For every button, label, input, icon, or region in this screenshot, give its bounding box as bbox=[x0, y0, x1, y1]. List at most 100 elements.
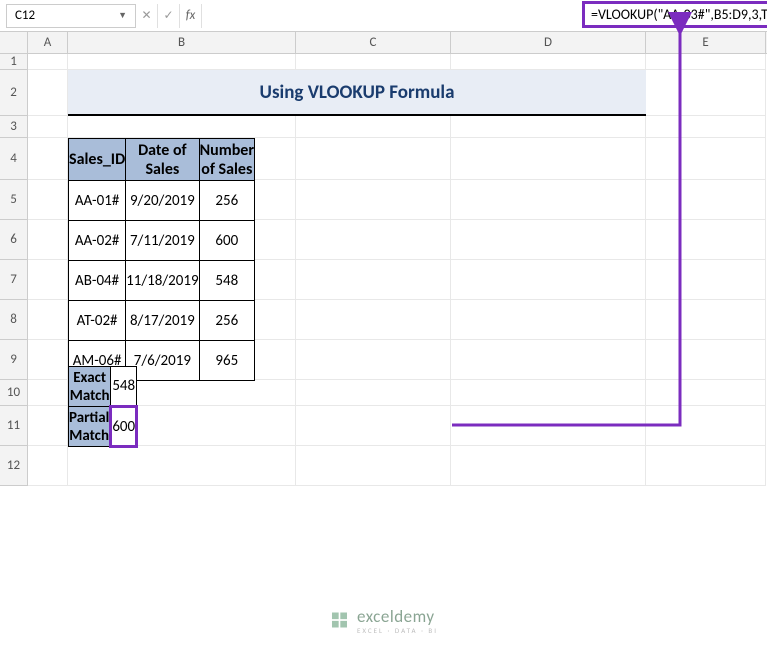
cell[interactable] bbox=[646, 406, 766, 446]
th-sales-id[interactable]: Sales_ID bbox=[69, 139, 126, 181]
cell[interactable] bbox=[296, 300, 451, 340]
cell[interactable] bbox=[28, 380, 68, 406]
cell[interactable] bbox=[451, 380, 646, 406]
cell[interactable] bbox=[296, 220, 451, 260]
cell[interactable] bbox=[451, 54, 646, 70]
cell-id[interactable]: AT-02# bbox=[69, 301, 126, 341]
cell[interactable] bbox=[28, 340, 68, 380]
cell[interactable] bbox=[68, 54, 296, 70]
cell[interactable] bbox=[646, 180, 766, 220]
cell[interactable] bbox=[296, 340, 451, 380]
table-row: AA-02#7/11/2019600 bbox=[69, 221, 255, 261]
cancel-button[interactable]: ✕ bbox=[136, 4, 158, 28]
enter-button[interactable]: ✓ bbox=[158, 4, 180, 28]
cell[interactable] bbox=[28, 220, 68, 260]
cell[interactable] bbox=[28, 116, 68, 138]
exact-match-row: Exact Match 548 bbox=[69, 367, 137, 407]
cell[interactable] bbox=[451, 220, 646, 260]
col-header-d[interactable]: D bbox=[451, 32, 646, 53]
row-header-10[interactable]: 10 bbox=[0, 380, 28, 406]
watermark: exceldemy EXCEL · DATA · BI bbox=[329, 606, 438, 634]
fx-button[interactable]: fx bbox=[180, 4, 202, 28]
cell[interactable] bbox=[28, 446, 68, 486]
cell-date[interactable]: 9/20/2019 bbox=[126, 181, 199, 221]
cell[interactable] bbox=[296, 380, 451, 406]
cell[interactable] bbox=[451, 406, 646, 446]
cell[interactable] bbox=[646, 220, 766, 260]
cell-num[interactable]: 256 bbox=[199, 181, 254, 221]
cell[interactable] bbox=[296, 406, 451, 446]
cell-num[interactable]: 600 bbox=[199, 221, 254, 261]
cell[interactable] bbox=[451, 340, 646, 380]
cell[interactable] bbox=[646, 138, 766, 180]
col-header-b[interactable]: B bbox=[68, 32, 296, 53]
row-header-9[interactable]: 9 bbox=[0, 340, 28, 380]
cell[interactable] bbox=[296, 446, 451, 486]
partial-match-label[interactable]: Partial Match bbox=[69, 407, 111, 447]
th-date[interactable]: Date of Sales bbox=[126, 139, 199, 181]
cell-num[interactable]: 256 bbox=[199, 301, 254, 341]
cell[interactable] bbox=[451, 446, 646, 486]
formula-input[interactable]: =VLOOKUP("AA-03#",B5:D9,3,TRUE) bbox=[202, 0, 767, 31]
cell[interactable] bbox=[451, 300, 646, 340]
cell[interactable] bbox=[296, 260, 451, 300]
cell[interactable] bbox=[646, 116, 766, 138]
cell-date[interactable]: 8/17/2019 bbox=[126, 301, 199, 341]
cell[interactable] bbox=[28, 260, 68, 300]
cell[interactable] bbox=[296, 116, 451, 138]
row-header-7[interactable]: 7 bbox=[0, 260, 28, 300]
cell[interactable] bbox=[296, 54, 451, 70]
cell[interactable] bbox=[451, 138, 646, 180]
watermark-tag: EXCEL · DATA · BI bbox=[357, 627, 438, 634]
exact-match-label[interactable]: Exact Match bbox=[69, 367, 111, 407]
cell[interactable] bbox=[646, 340, 766, 380]
cell[interactable] bbox=[28, 300, 68, 340]
cell-id[interactable]: AB-04# bbox=[69, 261, 126, 301]
cell-num[interactable]: 965 bbox=[199, 341, 254, 381]
cell-date[interactable]: 11/18/2019 bbox=[126, 261, 199, 301]
col-header-a[interactable]: A bbox=[28, 32, 68, 53]
th-number[interactable]: Number of Sales bbox=[199, 139, 254, 181]
cell[interactable] bbox=[451, 180, 646, 220]
cell[interactable] bbox=[646, 260, 766, 300]
cell[interactable] bbox=[28, 406, 68, 446]
row-header-3[interactable]: 3 bbox=[0, 116, 28, 138]
row-header-8[interactable]: 8 bbox=[0, 300, 28, 340]
cell[interactable] bbox=[451, 116, 646, 138]
cell[interactable] bbox=[68, 446, 296, 486]
cell[interactable] bbox=[646, 54, 766, 70]
table-row: AA-01#9/20/2019256 bbox=[69, 181, 255, 221]
partial-match-value[interactable]: 600 bbox=[111, 407, 137, 447]
cell[interactable] bbox=[451, 260, 646, 300]
exact-match-value[interactable]: 548 bbox=[111, 367, 137, 407]
data-table: Sales_ID Date of Sales Number of Sales A… bbox=[68, 138, 255, 381]
row-header-11[interactable]: 11 bbox=[0, 406, 28, 446]
cell[interactable] bbox=[646, 380, 766, 406]
name-box-dropdown-icon[interactable]: ▼ bbox=[118, 10, 127, 21]
cell[interactable] bbox=[28, 138, 68, 180]
cell[interactable] bbox=[28, 54, 68, 70]
select-all-corner[interactable] bbox=[0, 32, 28, 53]
cell[interactable] bbox=[28, 180, 68, 220]
col-header-e[interactable]: E bbox=[646, 32, 766, 53]
col-header-c[interactable]: C bbox=[296, 32, 451, 53]
row-header-12[interactable]: 12 bbox=[0, 446, 28, 486]
row-header-1[interactable]: 1 bbox=[0, 54, 28, 70]
row-header-5[interactable]: 5 bbox=[0, 180, 28, 220]
cell[interactable] bbox=[646, 70, 766, 116]
name-box[interactable]: C12 ▼ bbox=[6, 4, 136, 28]
match-table: Exact Match 548 Partial Match 600 bbox=[68, 366, 138, 448]
cell-id[interactable]: AA-01# bbox=[69, 181, 126, 221]
cell[interactable] bbox=[68, 116, 296, 138]
cell-date[interactable]: 7/11/2019 bbox=[126, 221, 199, 261]
cell[interactable] bbox=[296, 180, 451, 220]
cell[interactable] bbox=[646, 446, 766, 486]
cell[interactable] bbox=[28, 70, 68, 116]
cell-id[interactable]: AA-02# bbox=[69, 221, 126, 261]
cell[interactable] bbox=[296, 138, 451, 180]
cell-num[interactable]: 548 bbox=[199, 261, 254, 301]
row-header-6[interactable]: 6 bbox=[0, 220, 28, 260]
row-header-4[interactable]: 4 bbox=[0, 138, 28, 180]
cell[interactable] bbox=[646, 300, 766, 340]
row-header-2[interactable]: 2 bbox=[0, 70, 28, 116]
